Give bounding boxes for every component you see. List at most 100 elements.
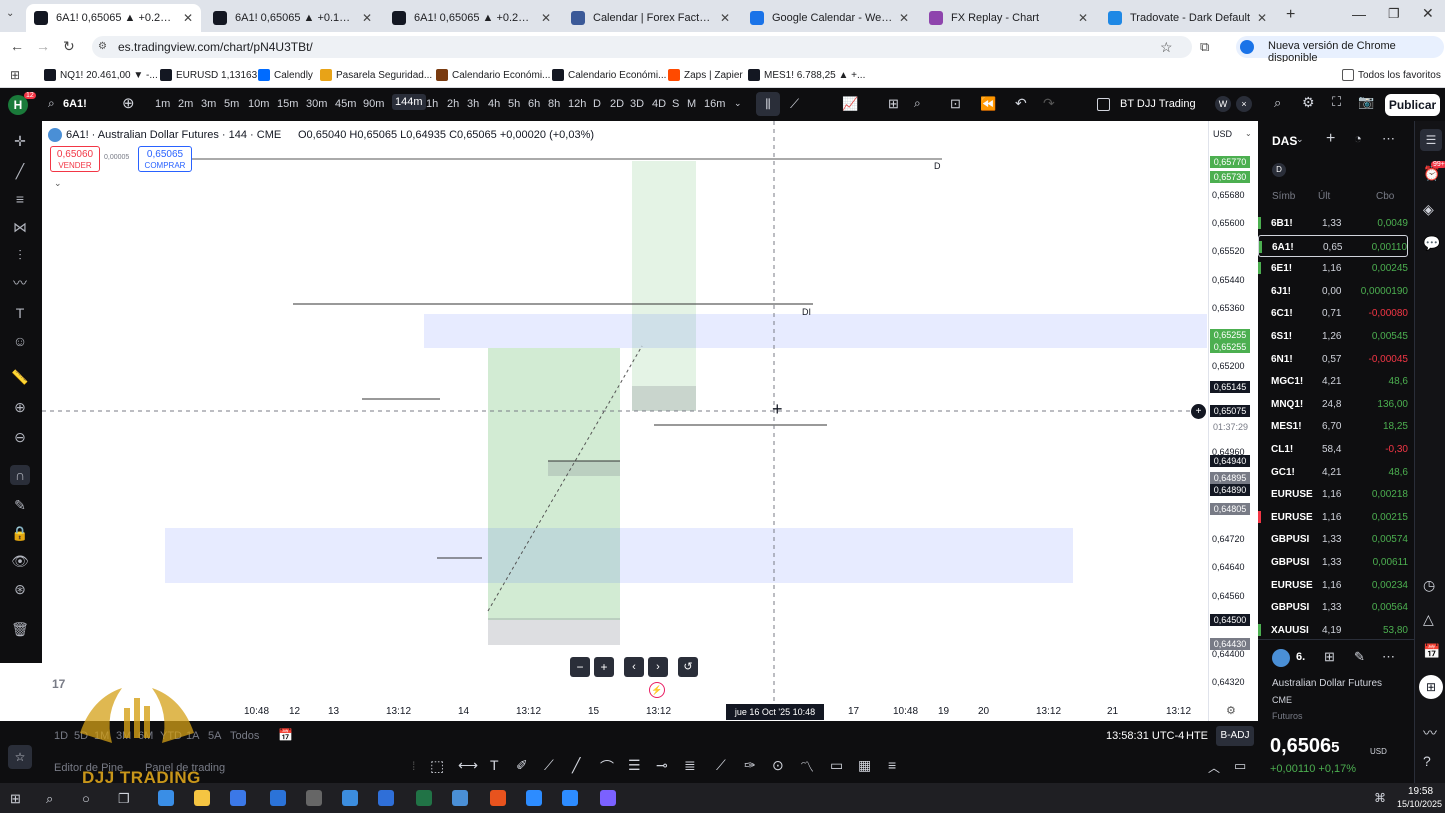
watchlist-more-icon[interactable]: ⋯ [1382, 131, 1395, 147]
calendar-goto-icon[interactable]: 📅 [278, 728, 293, 742]
taskbar-app-icon[interactable] [490, 790, 506, 806]
timeframe-2D[interactable]: 2D [610, 98, 624, 110]
detail-symbol[interactable]: 6. [1296, 651, 1305, 663]
ideas-icon[interactable]: △ [1423, 611, 1434, 628]
screener-icon[interactable]: ⊡ [950, 96, 961, 112]
browser-tab[interactable]: Google Calendar - Week of Oc ✕ [742, 4, 917, 32]
symbol-search-button[interactable]: 6A1! [63, 98, 87, 110]
chat-icon[interactable]: 💬 [1423, 235, 1440, 252]
watchlist-advanced-icon[interactable]: ◔ [1354, 131, 1362, 146]
price-tag[interactable]: 0,64890 [1210, 484, 1250, 496]
hline-fav-icon[interactable]: ⊸ [656, 757, 668, 774]
price-tag[interactable]: 0,64940 [1210, 455, 1250, 467]
circle-fav-icon[interactable]: ⊙ [772, 757, 784, 774]
price-tag[interactable]: 0,65075 [1210, 405, 1250, 417]
reset-chart-button[interactable]: ↺ [678, 657, 698, 677]
start-icon[interactable]: ⊞ [10, 791, 21, 807]
object-tree-icon[interactable]: ⊛ [10, 579, 30, 599]
site-info-icon[interactable]: ⚙ [98, 41, 107, 52]
quick-search-icon[interactable]: ⌕ [1274, 95, 1281, 111]
watchlist-row[interactable]: XAUUSI 4,19 53,80 [1258, 619, 1408, 641]
price-tag[interactable]: 0,65770 [1210, 156, 1250, 168]
demand-zone-box[interactable] [165, 528, 1073, 583]
bookmark-item[interactable]: Calendario Económi... [552, 69, 666, 81]
timeframe-3m[interactable]: 3m [201, 98, 216, 110]
browser-tab[interactable]: FX Replay - Chart ✕ [921, 4, 1096, 32]
redo-icon[interactable]: ↷ [1043, 95, 1055, 112]
long-position-zone-upper[interactable] [632, 161, 696, 411]
bookmark-item[interactable]: NQ1! 20.461,00 ▼ -... [44, 69, 158, 81]
cortana-icon[interactable]: ○ [82, 791, 90, 806]
fib-fav-icon[interactable]: ≣ [684, 757, 696, 774]
layout-grid-icon[interactable]: ⊞ [888, 96, 899, 112]
watchlist-row[interactable]: EURUSE 1,16 0,00215 [1258, 506, 1408, 528]
watchlist-row[interactable]: EURUSE 1,16 0,00234 [1258, 574, 1408, 596]
taskbar-time[interactable]: 19:58 [1408, 786, 1433, 797]
price-tag[interactable]: 0,65255 [1210, 341, 1250, 353]
highlighter-fav-icon[interactable]: ✑ [744, 757, 756, 774]
text-tool-icon[interactable]: T [10, 303, 30, 323]
new-tab-button[interactable]: + [1286, 6, 1295, 24]
url-field[interactable]: es.tradingview.com/chart/pN4U3TBt/ [92, 36, 1192, 58]
tab-close-icon[interactable]: ✕ [183, 11, 193, 25]
taskbar-app-icon[interactable] [600, 790, 616, 806]
price-scale[interactable]: USD ⌄ [1208, 121, 1258, 721]
watchlist-row[interactable]: GBPUSI 1,33 0,00611 [1258, 551, 1408, 573]
chart-pane[interactable]: + 6A1! · Australian Dollar Futures · 144… [42, 121, 1258, 721]
symbol-search-icon[interactable]: ⌕ [48, 96, 55, 111]
zoom-in-icon[interactable]: ⊕ [10, 397, 30, 417]
add-symbol-icon[interactable]: + [1326, 130, 1335, 148]
price-tag[interactable]: 0,64430 [1210, 638, 1250, 650]
menu-fav-icon[interactable]: ≡ [888, 757, 896, 773]
currency-label[interactable]: USD [1213, 129, 1232, 139]
apps-icon[interactable]: ⊞ [10, 68, 20, 82]
fullscreen-icon[interactable]: ⛶ [1332, 94, 1341, 110]
layout-name[interactable]: BT DJJ Trading [1120, 98, 1196, 110]
pattern-tool-icon[interactable]: ⋈ [10, 217, 30, 237]
undo-icon[interactable]: ↶ [1015, 95, 1027, 112]
timeframe-45m[interactable]: 45m [335, 98, 356, 110]
bookmark-item[interactable]: MES1! 6.788,25 ▲ +... [748, 69, 865, 81]
timeframe-16m[interactable]: 16m [704, 98, 725, 110]
taskbar-app-icon[interactable] [306, 790, 322, 806]
watchlist-row[interactable]: 6A1! 0,65 0,00110 [1258, 234, 1408, 257]
stream-icon[interactable]: 〰 [1423, 723, 1437, 743]
watchlist-row[interactable]: GC1! 4,21 48,6 [1258, 461, 1408, 483]
emoji-tool-icon[interactable]: ☺ [10, 331, 30, 351]
taskbar-app-icon[interactable] [270, 790, 286, 806]
tab-search-icon[interactable]: ⌄ [6, 8, 24, 24]
layout-checkbox[interactable] [1097, 98, 1110, 111]
profile-icon[interactable] [1240, 40, 1254, 54]
line-tools-icon[interactable]: ⟋ [790, 96, 799, 112]
alert-icon[interactable]: ⌕ [914, 96, 921, 111]
brush-fav-icon[interactable]: ✐ [516, 757, 528, 774]
pencil-lock-icon[interactable]: ✎ [10, 495, 30, 515]
timeframe-3D[interactable]: 3D [630, 98, 644, 110]
timeframe-90m[interactable]: 90m [363, 98, 384, 110]
taskbar-app-icon[interactable] [416, 790, 432, 806]
bookmark-item[interactable]: Pasarela Seguridad... [320, 69, 432, 81]
taskview-icon[interactable]: ❐ [118, 791, 130, 807]
watchlist-row[interactable]: EURUSE 1,16 0,00218 [1258, 483, 1408, 505]
publish-button[interactable]: Publicar [1385, 94, 1440, 116]
zoom-out-icon[interactable]: ⊖ [10, 427, 30, 447]
browser-tab[interactable]: 6A1! 0,65065 ▲ +0.25% BT DJ ✕ [26, 4, 201, 32]
eye-icon[interactable]: 👁 [10, 551, 30, 571]
currency-dropdown-icon[interactable]: ⌄ [1245, 129, 1252, 138]
timeframe-dropdown-icon[interactable]: ⌄ [734, 98, 742, 109]
taskbar-app-icon[interactable] [526, 790, 542, 806]
timer-icon[interactable]: ◷ [1423, 577, 1435, 594]
help-icon[interactable]: ? [1423, 753, 1431, 769]
price-tag[interactable]: 0,64895 [1210, 472, 1250, 484]
tab-close-icon[interactable]: ✕ [541, 11, 551, 25]
legend-collapse-icon[interactable]: ⌄ [54, 178, 62, 189]
price-tag[interactable]: 0,65730 [1210, 171, 1250, 183]
chart-canvas[interactable]: + [42, 121, 1208, 701]
zoom-in-button[interactable]: + [594, 657, 614, 677]
watchlist-row[interactable]: CL1! 58,4 -0,30 [1258, 438, 1408, 460]
chart-legend-title[interactable]: 6A1! · Australian Dollar Futures · 144 ·… [66, 129, 281, 141]
timeframe-1h[interactable]: 1h [426, 98, 438, 110]
watchlist-row[interactable]: GBPUSI 1,33 0,00574 [1258, 528, 1408, 550]
taskbar-app-icon[interactable] [342, 790, 358, 806]
lock-icon[interactable]: 🔒 [10, 523, 30, 543]
